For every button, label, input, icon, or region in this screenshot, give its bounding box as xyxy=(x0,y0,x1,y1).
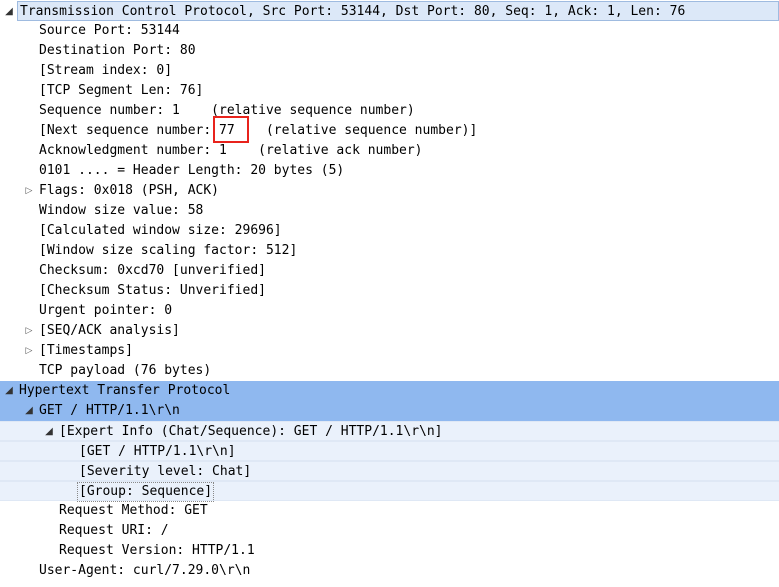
tree-row[interactable]: 0101 .... = Header Length: 20 bytes (5) xyxy=(0,161,779,181)
tree-row[interactable]: TCP payload (76 bytes) xyxy=(0,361,779,381)
tree-row[interactable]: [Group: Sequence] xyxy=(0,481,779,502)
tree-row[interactable]: Sequence number: 1 (relative sequence nu… xyxy=(0,101,779,121)
tree-row[interactable]: User-Agent: curl/7.29.0\r\n xyxy=(0,561,779,581)
tree-row-label: [Timestamps] xyxy=(39,343,133,358)
tree-row-label: [Checksum Status: Unverified] xyxy=(39,283,266,298)
tree-row[interactable]: Request Method: GET xyxy=(0,501,779,521)
tree-row-label: [GET / HTTP/1.1\r\n] xyxy=(79,444,236,459)
tree-row-label: Checksum: 0xcd70 [unverified] xyxy=(39,263,266,278)
tree-row[interactable]: ◢ Transmission Control Protocol, Src Port… xyxy=(5,1,779,21)
annotation-highlight-box xyxy=(213,116,249,143)
tree-row[interactable]: ▷ [SEQ/ACK analysis] xyxy=(0,321,779,341)
tree-row-label: [Next sequence number: 77 (relative sequ… xyxy=(39,123,478,138)
tree-row[interactable]: Destination Port: 80 xyxy=(0,41,779,61)
tree-row-label: [Calculated window size: 29696] xyxy=(39,223,282,238)
expanded-arrow-icon[interactable]: ◢ xyxy=(3,2,15,22)
tree-row-label: [Stream index: 0] xyxy=(39,63,173,78)
tree-row-label: Destination Port: 80 xyxy=(39,43,196,58)
tree-row[interactable]: Urgent pointer: 0 xyxy=(0,301,779,321)
tree-row-label: Urgent pointer: 0 xyxy=(39,303,173,318)
tree-row-label: [Expert Info (Chat/Sequence): GET / HTTP… xyxy=(59,424,443,439)
tree-row[interactable]: Source Port: 53144 xyxy=(0,21,779,41)
tree-row[interactable]: [GET / HTTP/1.1\r\n] xyxy=(0,441,779,461)
tree-row-label: Request Method: GET xyxy=(59,503,208,518)
tree-row[interactable]: ◢ GET / HTTP/1.1\r\n xyxy=(0,401,779,421)
tree-row[interactable]: ▷ Flags: 0x018 (PSH, ACK) xyxy=(0,181,779,201)
tree-row[interactable]: ▷ [Timestamps] xyxy=(0,341,779,361)
expanded-arrow-icon[interactable]: ◢ xyxy=(43,422,55,442)
tree-row-label: [TCP Segment Len: 76] xyxy=(39,83,204,98)
tree-row-label: Window size value: 58 xyxy=(39,203,204,218)
tree-row[interactable]: [Window size scaling factor: 512] xyxy=(0,241,779,261)
tree-row-label: Source Port: 53144 xyxy=(39,23,180,38)
tree-row-label: [SEQ/ACK analysis] xyxy=(39,323,180,338)
tree-row-label: Request Version: HTTP/1.1 xyxy=(59,543,255,558)
tree-row[interactable]: ◢ [Expert Info (Chat/Sequence): GET / HTT… xyxy=(0,421,779,441)
packet-details-tree: ◢ Transmission Control Protocol, Src Port… xyxy=(0,1,779,581)
tree-row[interactable]: ◢ Hypertext Transfer Protocol xyxy=(0,381,779,401)
tree-row-label: TCP payload (76 bytes) xyxy=(39,363,212,378)
tree-row-label: User-Agent: curl/7.29.0\r\n xyxy=(39,563,251,578)
tree-row[interactable]: Acknowledgment number: 1 (relative ack n… xyxy=(0,141,779,161)
tree-row[interactable]: Request Version: HTTP/1.1 xyxy=(0,541,779,561)
tree-row-label: [Window size scaling factor: 512] xyxy=(39,243,298,258)
expanded-arrow-icon[interactable]: ◢ xyxy=(23,401,35,421)
expanded-arrow-icon[interactable]: ◢ xyxy=(3,381,15,401)
collapsed-arrow-icon[interactable]: ▷ xyxy=(23,181,35,201)
tree-row[interactable]: Window size value: 58 xyxy=(0,201,779,221)
tree-row-label: [Group: Sequence] xyxy=(77,482,215,502)
tree-row-label: Hypertext Transfer Protocol xyxy=(19,383,231,398)
tree-row[interactable]: [TCP Segment Len: 76] xyxy=(0,81,779,101)
collapsed-arrow-icon[interactable]: ▷ xyxy=(23,321,35,341)
tree-row-label: [Severity level: Chat] xyxy=(79,464,252,479)
collapsed-arrow-icon[interactable]: ▷ xyxy=(23,341,35,361)
tree-row[interactable]: [Stream index: 0] xyxy=(0,61,779,81)
tree-row-label: Transmission Control Protocol, Src Port:… xyxy=(20,4,686,19)
tree-row[interactable]: [Severity level: Chat] xyxy=(0,461,779,481)
tree-row-label: Flags: 0x018 (PSH, ACK) xyxy=(39,183,220,198)
tree-row-label: 0101 .... = Header Length: 20 bytes (5) xyxy=(39,163,345,178)
tree-row[interactable]: [Checksum Status: Unverified] xyxy=(0,281,779,301)
tree-row[interactable]: [Calculated window size: 29696] xyxy=(0,221,779,241)
tree-row[interactable]: [Next sequence number: 77 (relative sequ… xyxy=(0,121,779,141)
tree-row[interactable]: Request URI: / xyxy=(0,521,779,541)
tree-row[interactable]: Checksum: 0xcd70 [unverified] xyxy=(0,261,779,281)
tree-row-label: Acknowledgment number: 1 (relative ack n… xyxy=(39,143,423,158)
tree-row-label: Request URI: / xyxy=(59,523,169,538)
tree-row-label: GET / HTTP/1.1\r\n xyxy=(39,403,180,418)
